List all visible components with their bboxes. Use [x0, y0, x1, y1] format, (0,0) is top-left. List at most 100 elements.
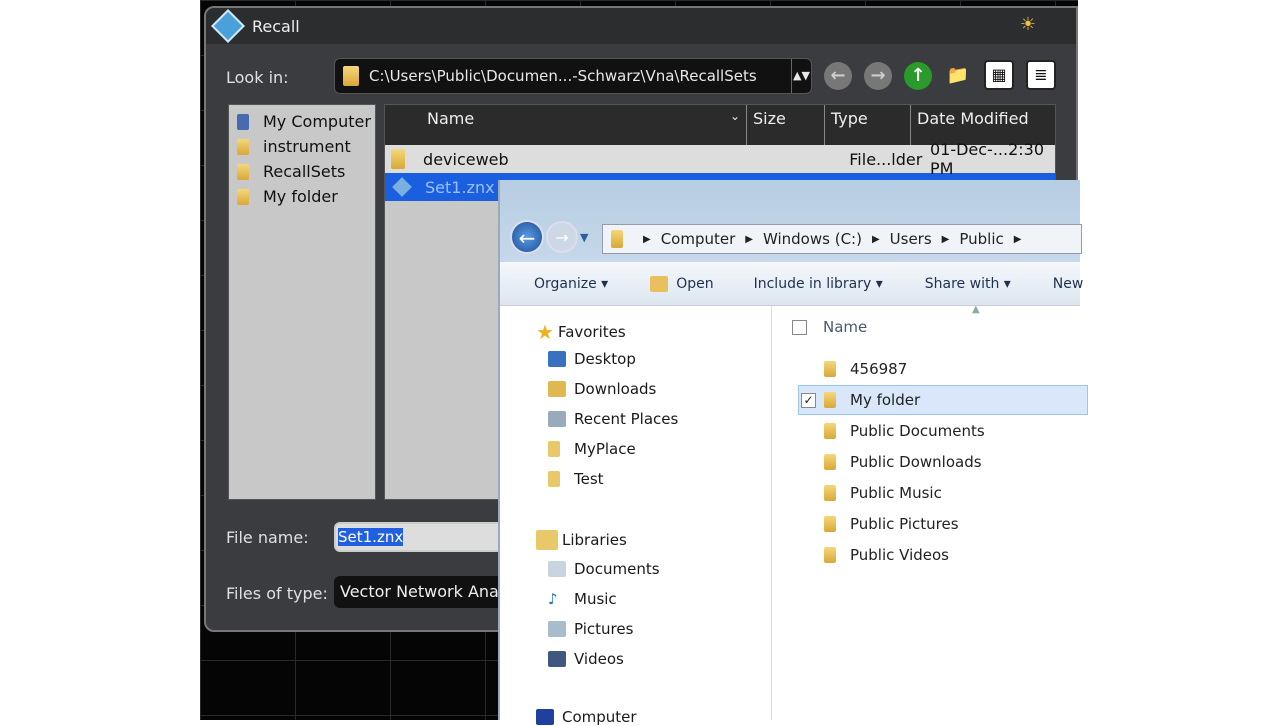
nav-label: MyPlace [574, 440, 636, 458]
place-instrument[interactable]: instrument [229, 134, 375, 159]
folder-item-selected[interactable]: ✓ My folder [798, 385, 1088, 415]
place-my-folder[interactable]: My folder [229, 184, 375, 209]
place-label: My Computer [263, 112, 371, 131]
combo-arrows-icon[interactable]: ▲▼ [791, 59, 811, 93]
brightness-icon[interactable]: ☀ [1020, 14, 1036, 35]
folder-item[interactable]: Public Music [798, 478, 1088, 508]
column-date[interactable]: Date Modified [911, 105, 1055, 145]
place-label: My folder [263, 187, 338, 206]
look-in-path: C:\Users\Public\Documen...-Schwarz\Vna\R… [369, 67, 757, 85]
list-header: Name ⌄ Size Type Date Modified [385, 105, 1055, 145]
nav-favorites[interactable]: ★ Favorites [536, 320, 626, 344]
title-bar: Recall ☀ [206, 8, 1076, 44]
new-folder-button[interactable]: New [1053, 276, 1084, 292]
recallset-file-icon [392, 177, 412, 197]
item-checkbox-checked[interactable]: ✓ [801, 392, 816, 408]
nav-label: Recent Places [574, 410, 679, 428]
name-column-header[interactable]: Name [792, 318, 867, 336]
folder-item[interactable]: 456987 [798, 354, 1088, 384]
folder-icon [548, 441, 560, 457]
folder-item[interactable]: Public Documents [798, 416, 1088, 446]
folder-icon [237, 138, 249, 155]
breadcrumb-item[interactable]: Users [890, 230, 932, 248]
command-bar: Organize ▾ Open Include in library ▾ Sha… [500, 262, 1083, 306]
back-button[interactable]: ← [824, 62, 852, 90]
star-icon: ★ [536, 320, 554, 344]
open-label: Open [676, 275, 714, 292]
computer-icon [536, 709, 554, 725]
breadcrumb-item[interactable]: Public [959, 230, 1003, 248]
forward-button[interactable]: → [546, 221, 578, 253]
column-label: Name [823, 318, 868, 336]
nav-computer[interactable]: Computer [536, 708, 637, 726]
nav-label: Documents [574, 560, 660, 578]
open-button[interactable]: Open [650, 275, 714, 292]
breadcrumb-item[interactable]: Computer [661, 230, 736, 248]
nav-desktop[interactable]: Desktop [548, 350, 636, 368]
back-button[interactable]: ← [510, 220, 544, 254]
libraries-icon [536, 530, 558, 550]
detail-view-button[interactable]: ≣ [1026, 60, 1056, 90]
sort-ascending-icon: ▲ [972, 304, 980, 315]
files-of-type-select[interactable]: Vector Network Ana [334, 576, 500, 608]
item-label: 456987 [850, 360, 908, 378]
breadcrumb-item[interactable]: Windows (C:) [763, 230, 862, 248]
nav-downloads[interactable]: Downloads [548, 380, 656, 398]
look-in-combo[interactable]: C:\Users\Public\Documen...-Schwarz\Vna\R… [334, 58, 812, 94]
item-label: Public Music [850, 484, 942, 502]
icon-view-button[interactable]: ▦ [984, 60, 1014, 90]
forward-button[interactable]: → [864, 62, 892, 90]
place-my-computer[interactable]: My Computer [229, 109, 375, 134]
computer-icon [237, 113, 249, 130]
dialog-title: Recall [252, 16, 300, 36]
nav-recent-places[interactable]: Recent Places [548, 410, 678, 428]
nav-documents[interactable]: Documents [548, 560, 660, 578]
file-name-input[interactable]: Set1.znx [334, 522, 504, 552]
nav-videos[interactable]: Videos [548, 650, 624, 668]
folder-item[interactable]: Public Downloads [798, 447, 1088, 477]
folder-icon [237, 163, 249, 180]
files-of-type-label: Files of type: [226, 584, 328, 603]
folder-icon [548, 471, 560, 487]
navigation-pane: ★ Favorites Desktop Downloads Recent Plac… [500, 306, 772, 726]
file-name: Set1.znx [425, 177, 495, 197]
places-panel: My Computer instrument RecallSets My fol… [228, 104, 376, 500]
select-all-checkbox[interactable] [792, 319, 807, 335]
recent-pages-dropdown-icon[interactable]: ▼ [580, 231, 588, 244]
nav-myplace[interactable]: MyPlace [548, 440, 636, 458]
nav-pictures[interactable]: Pictures [548, 620, 633, 638]
organize-button[interactable]: Organize ▾ [534, 276, 608, 292]
place-recallsets[interactable]: RecallSets [229, 159, 375, 184]
nav-label: Favorites [557, 323, 626, 341]
open-icon [650, 275, 669, 292]
pictures-icon [548, 621, 566, 637]
explorer-titlebar: ← → ▼ ▶ Computer ▶ Windows (C:) ▶ Users ▶ Pu… [500, 180, 1082, 262]
nav-label: Pictures [574, 620, 634, 638]
folder-icon [824, 392, 836, 408]
nav-libraries[interactable]: Libraries [536, 530, 627, 550]
address-bar[interactable]: ▶ Computer ▶ Windows (C:) ▶ Users ▶ Public ▶ [602, 224, 1082, 254]
column-label: Name [427, 109, 475, 128]
sort-chevron-icon: ⌄ [729, 109, 740, 123]
file-row[interactable]: deviceweb File...lder 01-Dec-...2:30 PM [385, 140, 1055, 178]
share-with-button[interactable]: Share with ▾ [925, 276, 1011, 292]
include-in-library-button[interactable]: Include in library ▾ [754, 276, 883, 292]
column-name[interactable]: Name ⌄ [385, 105, 747, 145]
item-label: Public Documents [850, 422, 985, 440]
nav-test[interactable]: Test [548, 470, 604, 488]
folder-icon [824, 423, 836, 439]
column-size[interactable]: Size [747, 105, 825, 145]
up-folder-button[interactable]: ↑ [904, 62, 932, 90]
column-type[interactable]: Type [825, 105, 911, 145]
folder-icon [824, 516, 836, 532]
nav-music[interactable]: ♪ Music [548, 590, 617, 608]
recent-places-icon [548, 411, 566, 427]
folder-icon [824, 454, 836, 470]
folder-item[interactable]: Public Pictures [798, 509, 1088, 539]
item-label: Public Downloads [850, 453, 982, 471]
folder-item[interactable]: Public Videos [798, 540, 1088, 570]
item-label: My folder [850, 391, 921, 409]
place-label: instrument [263, 137, 351, 156]
new-folder-button[interactable]: 📁 [944, 62, 972, 90]
folder-shortcut-icon [391, 149, 406, 169]
